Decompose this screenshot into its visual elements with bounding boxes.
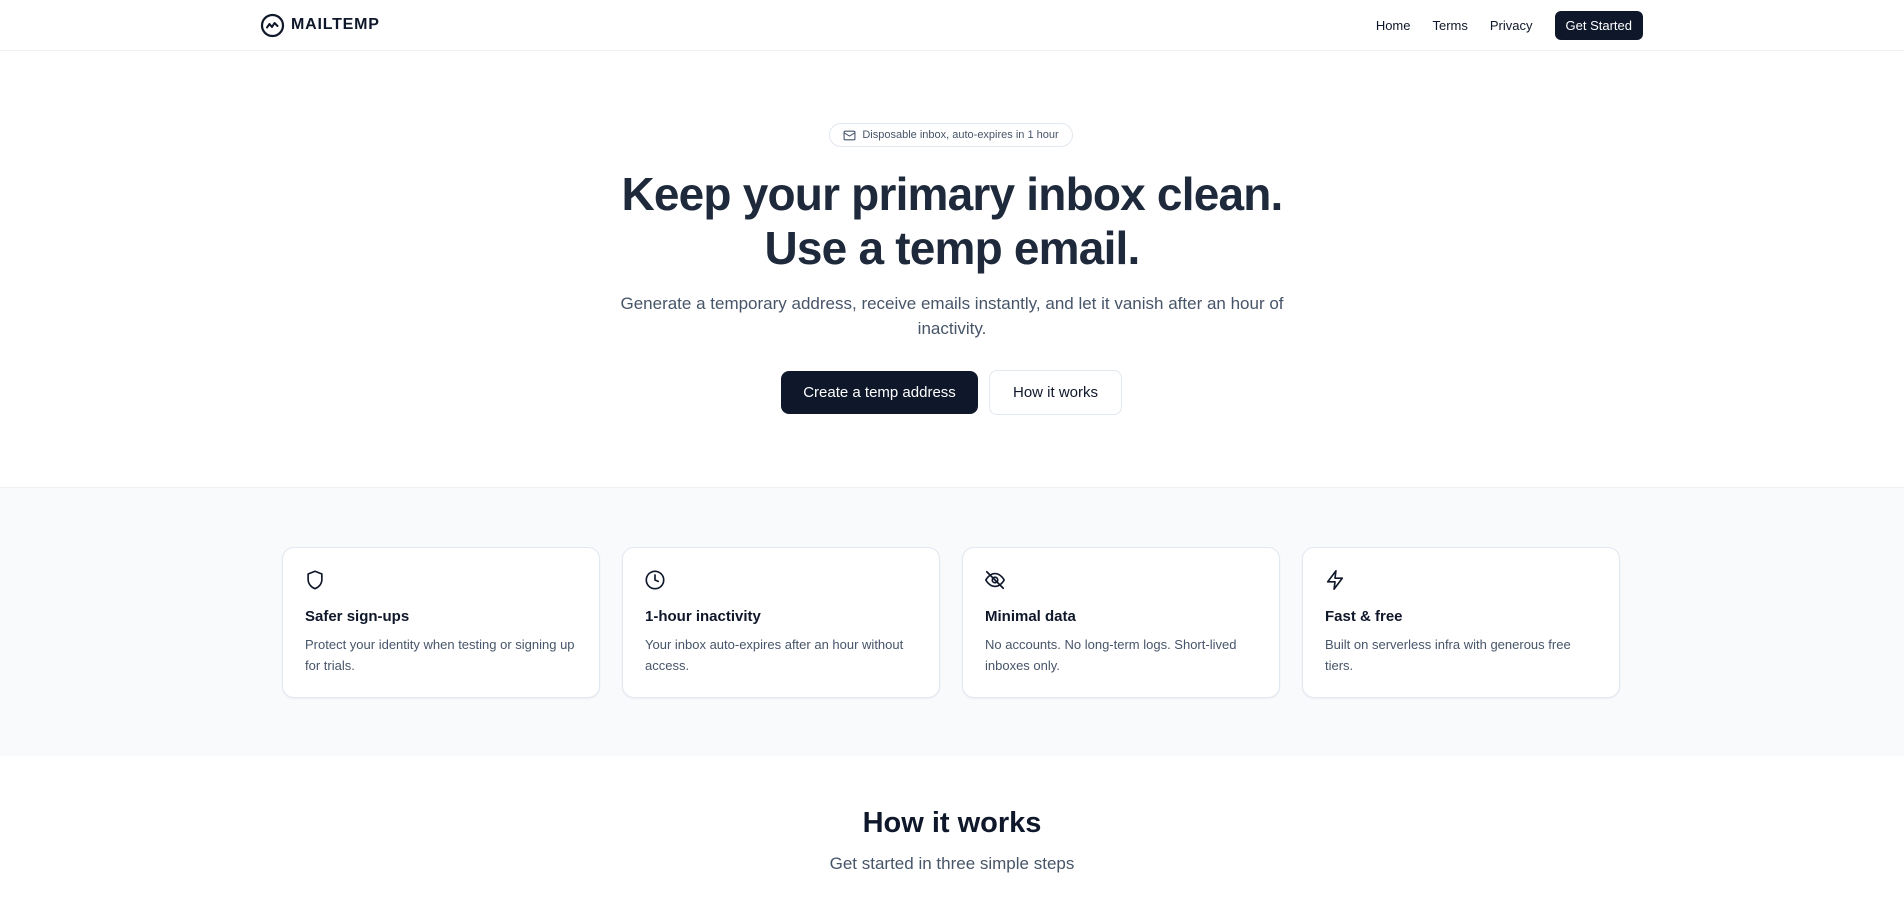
feature-description: Built on serverless infra with generous …	[1325, 637, 1571, 673]
hero-badge: Disposable inbox, auto-expires in 1 hour	[829, 123, 1073, 147]
feature-card-inactivity: 1-hour inactivity Your inbox auto-expire…	[622, 547, 940, 698]
hero-actions: Create a temp address How it works	[781, 370, 1122, 415]
main-nav: Home Terms Privacy Get Started	[1376, 11, 1643, 40]
feature-description: Your inbox auto-expires after an hour wi…	[645, 637, 904, 673]
feature-title: 1-hour inactivity	[645, 608, 761, 625]
clock-icon	[644, 569, 666, 591]
hero-section: Disposable inbox, auto-expires in 1 hour…	[0, 51, 1904, 487]
site-header: MAILTEMP Home Terms Privacy Get Started	[0, 0, 1904, 51]
hero-title: Keep your primary inbox clean. Use a tem…	[0, 167, 1904, 275]
eye-off-icon	[984, 569, 1006, 591]
shield-icon	[304, 569, 326, 591]
mail-icon	[843, 129, 856, 142]
feature-title: Safer sign-ups	[305, 608, 410, 625]
how-it-works-subtitle: Get started in three simple steps	[829, 854, 1075, 873]
feature-title: Fast & free	[1325, 608, 1403, 625]
hero-title-line-1: Keep your primary inbox clean.	[621, 168, 1283, 220]
feature-title: Minimal data	[985, 608, 1076, 625]
brand-name: MAILTEMP	[291, 16, 380, 33]
hero-badge-text: Disposable inbox, auto-expires in 1 hour	[862, 129, 1059, 141]
feature-card-minimal-data: Minimal data No accounts. No long-term l…	[962, 547, 1280, 698]
create-temp-address-button[interactable]: Create a temp address	[781, 371, 978, 414]
nav-link-home[interactable]: Home	[1376, 18, 1411, 33]
logo-icon	[260, 13, 285, 38]
features-section: Safer sign-ups Protect your identity whe…	[0, 487, 1904, 756]
nav-link-privacy[interactable]: Privacy	[1490, 18, 1533, 33]
hero-title-line-2: Use a temp email.	[764, 222, 1140, 274]
how-it-works-button[interactable]: How it works	[989, 370, 1122, 415]
get-started-button[interactable]: Get Started	[1554, 11, 1643, 40]
hero-subtitle: Generate a temporary address, receive em…	[620, 294, 1284, 338]
how-it-works-title: How it works	[862, 807, 1042, 839]
zap-icon	[1324, 569, 1346, 591]
feature-card-safer-signups: Safer sign-ups Protect your identity whe…	[282, 547, 600, 698]
brand-logo-link[interactable]: MAILTEMP	[260, 12, 380, 38]
feature-description: Protect your identity when testing or si…	[305, 637, 575, 673]
feature-description: No accounts. No long-term logs. Short-li…	[985, 637, 1237, 673]
feature-card-fast-free: Fast & free Built on serverless infra wi…	[1302, 547, 1620, 698]
nav-link-terms[interactable]: Terms	[1433, 18, 1468, 33]
how-it-works-section: How it works Get started in three simple…	[0, 755, 1904, 897]
